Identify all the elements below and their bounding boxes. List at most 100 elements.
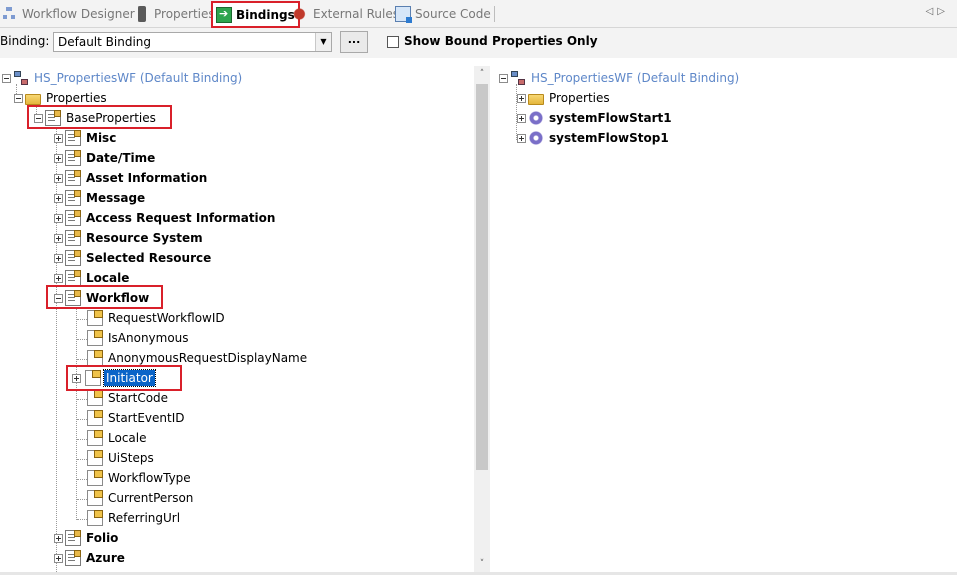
tree-node-group[interactable]: Date/Time	[54, 148, 157, 168]
expand-icon[interactable]	[517, 93, 526, 103]
tree-node-label: StartCode	[108, 391, 169, 405]
workflow-icon	[510, 70, 526, 86]
tree-node-label: Message	[86, 191, 146, 205]
tab-external-rules[interactable]: External Rules	[293, 2, 403, 26]
right-binding-tree[interactable]: HS_PropertiesWF (Default Binding) Proper…	[495, 66, 955, 572]
external-rules-icon	[293, 6, 309, 22]
tree-root-label: HS_PropertiesWF (Default Binding)	[34, 71, 243, 85]
expand-icon[interactable]	[54, 253, 63, 263]
expand-icon[interactable]	[54, 533, 63, 543]
property-group-icon	[65, 210, 81, 226]
tree-leaf-property[interactable]: StartEventID	[87, 408, 186, 428]
tree-leaf-property[interactable]: StartCode	[87, 388, 170, 408]
tree-node-label: Properties	[46, 91, 107, 105]
workflow-icon	[13, 70, 29, 86]
tree-leaf-property[interactable]: CurrentPerson	[87, 488, 195, 508]
property-group-icon	[65, 530, 81, 546]
chevron-down-icon[interactable]: ▼	[315, 33, 331, 51]
tree-leaf-property[interactable]: RequestWorkflowID	[87, 308, 227, 328]
property-group-icon	[65, 170, 81, 186]
tree-leaf-property[interactable]: WorkflowType	[87, 468, 193, 488]
tree-node-label: Date/Time	[86, 151, 156, 165]
property-icon	[87, 510, 103, 526]
tree-node-group[interactable]: Resource System	[54, 228, 205, 248]
tree-leaf-property[interactable]: IsAnonymous	[87, 328, 191, 348]
tree-node-label: WorkflowType	[108, 471, 191, 485]
expand-icon[interactable]	[54, 233, 63, 243]
tree-node-group[interactable]: Misc	[54, 128, 118, 148]
property-group-icon	[65, 250, 81, 266]
collapse-icon[interactable]	[2, 73, 11, 83]
tree-node-group[interactable]: Folio	[54, 528, 120, 548]
scroll-thumb[interactable]	[476, 84, 488, 470]
collapse-icon[interactable]	[14, 93, 23, 103]
tree-node-label: Asset Information	[86, 171, 208, 185]
tree-node-group[interactable]: Selected Resource	[54, 248, 213, 268]
scroll-down-icon[interactable]: ˅	[474, 556, 490, 572]
tree-node-label: AnonymousRequestDisplayName	[108, 351, 308, 365]
tree-node-label: systemFlowStop1	[549, 131, 669, 145]
property-icon	[87, 490, 103, 506]
tree-leaf-property[interactable]: Locale	[87, 428, 148, 448]
tree-node-label: systemFlowStart1	[549, 111, 672, 125]
tree-root-label: HS_PropertiesWF (Default Binding)	[531, 71, 740, 85]
tree-node-group[interactable]: Asset Information	[54, 168, 209, 188]
collapse-icon[interactable]	[499, 73, 508, 83]
left-property-tree[interactable]: HS_PropertiesWF (Default Binding) Proper…	[0, 66, 474, 572]
tab-next-button[interactable]: ▷	[937, 6, 949, 17]
scroll-up-icon[interactable]: ˄	[474, 66, 490, 82]
tree-leaf-property[interactable]: UiSteps	[87, 448, 156, 468]
tree-root[interactable]: HS_PropertiesWF (Default Binding)	[499, 68, 741, 88]
expand-icon[interactable]	[54, 193, 63, 203]
tree-node-label: Selected Resource	[86, 251, 212, 265]
property-group-icon	[65, 550, 81, 566]
highlight-box-initiator	[66, 365, 182, 391]
tree-node-label: StartEventID	[108, 411, 185, 425]
tree-node-label: CurrentPerson	[108, 491, 194, 505]
tree-node-properties[interactable]: Properties	[517, 88, 612, 108]
gear-icon	[528, 110, 544, 126]
browse-binding-button[interactable]: ...	[340, 31, 368, 53]
binding-select[interactable]: Default Binding ▼	[53, 32, 332, 52]
property-group-icon	[65, 150, 81, 166]
property-group-icon	[65, 190, 81, 206]
tree-node-activity[interactable]: systemFlowStop1	[517, 128, 671, 148]
tree-node-label: IsAnonymous	[108, 331, 189, 345]
binding-label: Binding:	[0, 34, 50, 48]
tree-node-label: Folio	[86, 531, 119, 545]
tab-prev-button[interactable]: ◁	[926, 6, 938, 17]
expand-icon[interactable]	[54, 173, 63, 183]
expand-icon[interactable]	[517, 113, 526, 123]
binding-select-value: Default Binding	[58, 35, 152, 49]
tree-node-group[interactable]: Message	[54, 188, 147, 208]
highlight-box-workflow	[46, 285, 163, 309]
tree-leaf-property[interactable]: ReferringUrl	[87, 508, 182, 528]
properties-icon	[138, 6, 146, 22]
property-icon	[87, 330, 103, 346]
tree-node-label: ReferringUrl	[108, 511, 181, 525]
tree-node-label: UiSteps	[108, 451, 154, 465]
show-bound-checkbox[interactable]	[387, 36, 399, 48]
tab-properties[interactable]: Properties	[134, 2, 219, 26]
tab-bindings[interactable]: Bindings	[211, 1, 300, 28]
tab-label: External Rules	[313, 7, 399, 21]
left-tree-scrollbar[interactable]: ˄ ˅	[474, 66, 490, 572]
property-icon	[87, 430, 103, 446]
show-bound-label[interactable]: Show Bound Properties Only	[404, 34, 598, 48]
tab-label: Workflow Designer	[22, 7, 135, 21]
expand-icon[interactable]	[517, 133, 526, 143]
expand-icon[interactable]	[54, 153, 63, 163]
tree-node-group[interactable]: Access Request Information	[54, 208, 277, 228]
tree-node-activity[interactable]: systemFlowStart1	[517, 108, 674, 128]
highlight-box-base-properties	[27, 105, 172, 129]
expand-icon[interactable]	[54, 553, 63, 563]
property-icon	[87, 450, 103, 466]
tab-source-code[interactable]: Source Code	[395, 2, 495, 26]
expand-icon[interactable]	[54, 273, 63, 283]
tab-workflow-designer[interactable]: Workflow Designer	[2, 2, 139, 26]
tab-label: Bindings	[236, 7, 295, 22]
tree-root[interactable]: HS_PropertiesWF (Default Binding)	[2, 68, 244, 88]
expand-icon[interactable]	[54, 133, 63, 143]
tree-node-group[interactable]: Azure	[54, 548, 127, 568]
expand-icon[interactable]	[54, 213, 63, 223]
